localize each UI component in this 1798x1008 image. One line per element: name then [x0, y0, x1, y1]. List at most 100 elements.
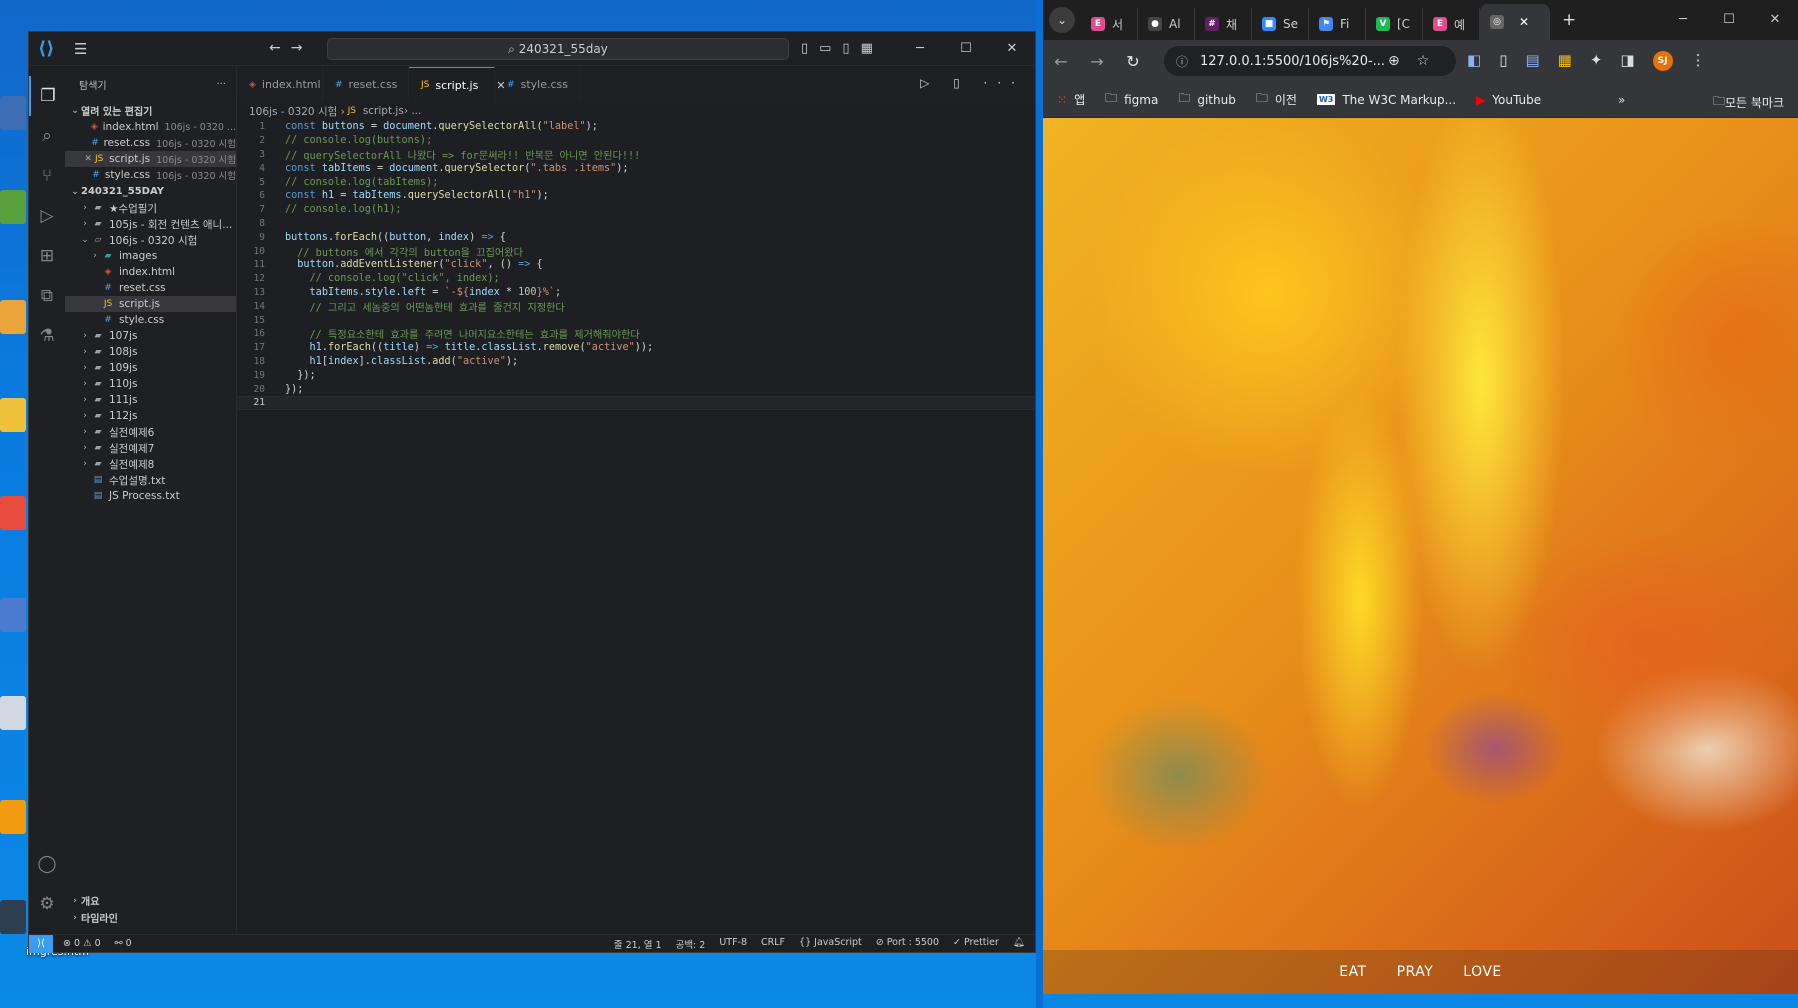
bookmark-item[interactable]: 🗀︎ figma: [1105, 89, 1158, 110]
cursor-position[interactable]: 줄 21, 열 1: [614, 937, 662, 951]
more-actions-icon[interactable]: ···: [216, 79, 226, 90]
forward-icon[interactable]: →: [1079, 52, 1115, 71]
extensions-icon[interactable]: ⊞: [29, 236, 65, 276]
all-bookmarks[interactable]: 🗀︎ 모든 북마크: [1713, 92, 1784, 113]
browser-tab[interactable]: ⚑ Fi: [1309, 8, 1366, 40]
new-tab-icon[interactable]: +: [1562, 10, 1576, 30]
desktop-shortcut-icon[interactable]: [0, 190, 26, 224]
maximize-icon[interactable]: ☐: [1706, 0, 1752, 40]
reload-icon[interactable]: ↻: [1115, 52, 1151, 71]
browser-tab[interactable]: E서: [1081, 8, 1138, 40]
tree-item[interactable]: › ▰ 실전예제7: [65, 440, 236, 456]
tree-item[interactable]: › ▰ images: [65, 248, 236, 264]
bookmark-item[interactable]: 🗀︎ 이전: [1256, 89, 1297, 110]
side-panel-icon[interactable]: ◨: [1620, 51, 1634, 71]
code-editor[interactable]: 1 const buttons = document.querySelectorA…: [237, 120, 1035, 934]
tree-item[interactable]: # reset.css: [65, 280, 236, 296]
browser-tab[interactable]: ◎ ✕: [1480, 4, 1550, 40]
gear-icon[interactable]: ⚙: [29, 884, 65, 924]
kebab-menu-icon[interactable]: ⋮: [1691, 51, 1706, 71]
extension-icon[interactable]: ◧: [1467, 51, 1481, 71]
encoding[interactable]: UTF-8: [719, 937, 747, 951]
editor-tab[interactable]: JS script.js ✕: [409, 67, 506, 102]
open-editor-item[interactable]: ◈ index.html 106js - 0320 ...: [65, 119, 236, 135]
notifications-icon[interactable]: 🔔︎: [1013, 937, 1025, 951]
editor-tab[interactable]: ◈ index.html: [237, 67, 323, 102]
close-icon[interactable]: ✕: [1752, 0, 1798, 40]
tree-item[interactable]: › ▰ 111js: [65, 392, 236, 408]
remote-indicator-icon[interactable]: ⟩⟨: [29, 934, 53, 953]
minimize-icon[interactable]: ─: [897, 32, 943, 66]
indentation[interactable]: 공백: 2: [676, 937, 706, 951]
tree-item[interactable]: › ▰ ★수업필기: [65, 200, 236, 216]
tab-label-pray[interactable]: PRAY: [1397, 964, 1434, 980]
remote-explorer-icon[interactable]: ⧉: [29, 276, 65, 316]
browser-tab[interactable]: E예: [1423, 8, 1480, 40]
editor-actions[interactable]: ▷ ▯ ···: [920, 76, 1025, 90]
site-info-icon[interactable]: ⓘ: [1176, 53, 1188, 70]
bookmark-item[interactable]: ▶ YouTube: [1476, 89, 1541, 110]
extension-icon[interactable]: ▯: [1499, 51, 1507, 71]
browser-tab[interactable]: # 채: [1195, 8, 1252, 40]
bookmark-item[interactable]: 🗀︎ github: [1178, 89, 1236, 110]
zip-file-icon[interactable]: [0, 900, 26, 934]
outline-section[interactable]: › 개요: [65, 892, 236, 909]
extensions-puzzle-icon[interactable]: ✦: [1590, 51, 1603, 71]
tree-item[interactable]: ▤ 수업설명.txt: [65, 472, 236, 488]
maximize-icon[interactable]: ☐: [943, 32, 989, 66]
account-icon[interactable]: ◯: [29, 844, 65, 884]
tree-item[interactable]: › ▰ 108js: [65, 344, 236, 360]
desktop-shortcut-icon[interactable]: [0, 696, 26, 730]
close-icon[interactable]: ✕: [83, 154, 93, 164]
desktop-shortcut-icon[interactable]: [0, 96, 26, 130]
breadcrumb-tail[interactable]: › ...: [404, 105, 422, 117]
bookmark-item[interactable]: ⁙ 앱: [1057, 89, 1085, 110]
browser-tab[interactable]: V [C: [1366, 8, 1423, 40]
tree-item[interactable]: › ▰ 107js: [65, 328, 236, 344]
minimize-icon[interactable]: ─: [1660, 0, 1706, 40]
history-nav-arrows[interactable]: ←→: [269, 40, 312, 56]
tree-item[interactable]: › ▰ 실전예제8: [65, 456, 236, 472]
tree-item[interactable]: ⌄ ▱ 106js - 0320 시험: [65, 232, 236, 248]
chrome-desktop-icon[interactable]: [0, 496, 26, 530]
tab-search-icon[interactable]: ⌄: [1049, 7, 1075, 33]
zoom-icon[interactable]: ⊕: [1388, 53, 1400, 69]
editor-tab[interactable]: # style.css: [495, 67, 581, 102]
tab-label-eat[interactable]: EAT: [1339, 964, 1366, 980]
timeline-section[interactable]: › 타임라인: [65, 909, 236, 926]
line-endings[interactable]: CRLF: [761, 937, 785, 951]
profile-avatar[interactable]: SJ: [1652, 51, 1673, 71]
breadcrumb-file[interactable]: script.js: [363, 105, 404, 117]
extension-icon[interactable]: ▦: [1558, 51, 1572, 71]
tree-item[interactable]: › ▰ 105js - 회전 컨텐츠 애니...: [65, 216, 236, 232]
tree-item[interactable]: › ▰ 109js: [65, 360, 236, 376]
tree-item[interactable]: ▤ JS Process.txt: [65, 488, 236, 504]
open-editor-item[interactable]: ✕ JS script.js 106js - 0320 시험: [65, 151, 236, 167]
open-editor-item[interactable]: # style.css 106js - 0320 시험: [65, 167, 236, 183]
problems-status[interactable]: ⊗ 0 ⚠ 0: [63, 938, 101, 949]
tree-item[interactable]: JS script.js: [65, 296, 236, 312]
workspace-section[interactable]: ⌄ 240321_55DAY: [65, 183, 236, 200]
extension-icon[interactable]: ▤: [1525, 51, 1539, 71]
open-editor-item[interactable]: # reset.css 106js - 0320 시험: [65, 135, 236, 151]
tree-item[interactable]: › ▰ 110js: [65, 376, 236, 392]
browser-tab[interactable]: ● Al: [1138, 8, 1195, 40]
back-icon[interactable]: ←: [1043, 52, 1079, 71]
bookmark-star-icon[interactable]: ☆: [1417, 53, 1430, 69]
source-control-icon[interactable]: ⑂: [29, 156, 65, 196]
tree-item[interactable]: ◈ index.html: [65, 264, 236, 280]
command-center-search[interactable]: ⌕ 240321_55day: [327, 38, 789, 60]
live-server-port[interactable]: ⊘ Port : 5500: [876, 937, 939, 951]
ports-status[interactable]: ⚯ 0: [115, 938, 132, 949]
language-mode[interactable]: {} JavaScript: [799, 937, 862, 951]
desktop-shortcut-icon[interactable]: [0, 300, 26, 334]
browser-tab[interactable]: ■ Se: [1252, 8, 1309, 40]
tree-item[interactable]: › ▰ 실전예제6: [65, 424, 236, 440]
layout-toggle-icons[interactable]: ▯▭▯▦: [801, 41, 884, 56]
close-tab-icon[interactable]: ✕: [1519, 15, 1529, 29]
search-icon[interactable]: ⌕: [29, 116, 65, 156]
testing-icon[interactable]: ⚗: [29, 316, 65, 356]
bookmark-item[interactable]: W3 The W3C Markup...: [1316, 89, 1456, 110]
more-bookmarks-icon[interactable]: »: [1618, 93, 1625, 107]
run-debug-icon[interactable]: ▷: [29, 196, 65, 236]
